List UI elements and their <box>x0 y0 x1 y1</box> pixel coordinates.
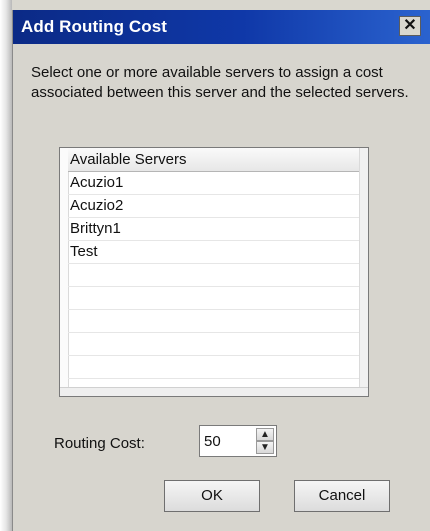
list-bottom-edge <box>60 387 368 396</box>
empty-list-row <box>68 310 360 333</box>
cancel-button[interactable]: Cancel <box>294 480 390 512</box>
empty-list-row <box>68 264 360 287</box>
empty-list-row <box>68 287 360 310</box>
list-right-gutter <box>359 148 368 396</box>
dialog-title: Add Routing Cost <box>21 17 168 36</box>
ok-button[interactable]: OK <box>164 480 260 512</box>
routing-cost-label: Routing Cost: <box>54 435 145 452</box>
empty-list-row <box>68 356 360 379</box>
dialog-description: Select one or more available servers to … <box>31 64 409 101</box>
background-window-edge <box>0 0 12 531</box>
spin-up-icon[interactable]: ▲ <box>256 428 274 441</box>
close-icon[interactable]: ✕ <box>399 16 421 36</box>
list-column-header[interactable]: Available Servers <box>68 148 360 172</box>
available-servers-list[interactable]: Available Servers Acuzio1 Acuzio2 Britty… <box>59 147 369 397</box>
routing-cost-stepper: ▲ ▼ <box>199 425 277 457</box>
list-item[interactable]: Brittyn1 <box>68 218 360 241</box>
spin-down-icon[interactable]: ▼ <box>256 441 274 454</box>
add-routing-cost-dialog: Add Routing Cost ✕ Select one or more av… <box>12 10 430 531</box>
list-item[interactable]: Acuzio2 <box>68 195 360 218</box>
routing-cost-input[interactable] <box>204 431 248 451</box>
list-item[interactable]: Test <box>68 241 360 264</box>
empty-list-row <box>68 333 360 356</box>
list-item[interactable]: Acuzio1 <box>68 172 360 195</box>
dialog-titlebar: Add Routing Cost ✕ <box>13 10 430 44</box>
